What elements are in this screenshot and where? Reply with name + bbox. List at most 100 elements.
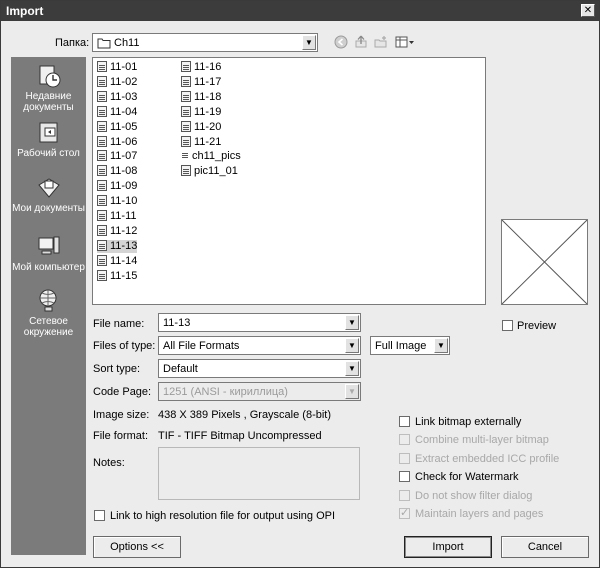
chevron-down-icon[interactable]: ▼ bbox=[345, 315, 359, 330]
places-bar: Недавние документы Рабочий стол Мои доку… bbox=[11, 57, 86, 555]
image-size-label: Image size: bbox=[93, 409, 150, 421]
preview-label: Preview bbox=[517, 320, 557, 332]
code-page-value: 1251 (ANSI - кириллица) bbox=[163, 386, 288, 398]
option-checkbox[interactable] bbox=[399, 416, 410, 427]
file-icon bbox=[181, 165, 191, 177]
recent-documents-icon bbox=[36, 63, 62, 89]
opi-checkbox[interactable] bbox=[94, 510, 105, 521]
file-icon bbox=[97, 105, 107, 117]
file-name-value: 11-13 bbox=[163, 317, 191, 329]
image-mode-value: Full Image bbox=[375, 340, 427, 352]
file-item[interactable]: 11-10 bbox=[97, 195, 137, 208]
new-folder-icon[interactable] bbox=[374, 35, 388, 49]
place-network[interactable]: Сетевое окружение bbox=[11, 288, 86, 338]
cancel-button[interactable]: Cancel bbox=[501, 536, 589, 558]
options-button[interactable]: Options << bbox=[93, 536, 181, 558]
file-item-label: 11-12 bbox=[110, 224, 138, 237]
file-item-label: 11-09 bbox=[110, 180, 138, 193]
place-mycomputer[interactable]: Мой компьютер bbox=[11, 234, 86, 273]
lookin-value: Ch11 bbox=[114, 37, 140, 49]
sort-type-value: Default bbox=[163, 363, 198, 375]
chevron-down-icon[interactable]: ▼ bbox=[434, 338, 448, 353]
file-item[interactable]: 11-09 bbox=[97, 180, 137, 193]
file-item-label: 11-07 bbox=[110, 150, 138, 163]
import-button[interactable]: Import bbox=[404, 536, 492, 558]
close-icon: ✕ bbox=[583, 5, 593, 16]
file-item[interactable]: 11-17 bbox=[181, 75, 222, 89]
file-icon bbox=[97, 135, 107, 147]
place-mydocs[interactable]: Мои документы bbox=[11, 175, 86, 214]
place-label: Мой компьютер bbox=[12, 262, 85, 273]
chevron-down-icon[interactable]: ▼ bbox=[302, 35, 316, 50]
preview-checkbox[interactable] bbox=[502, 320, 513, 331]
file-item[interactable]: 11-13 bbox=[97, 239, 138, 253]
file-icon bbox=[97, 180, 107, 192]
file-item-label: 11-08 bbox=[110, 165, 138, 178]
image-size-value: 438 X 389 Pixels , Grayscale (8-bit) bbox=[158, 409, 332, 421]
file-item-label: 11-15 bbox=[110, 269, 138, 282]
import-dialog: Import ✕ Папка: Ch11 ▼ Недавние документ… bbox=[0, 0, 600, 568]
file-list[interactable]: 11-01 11-02 11-03 11-04 11-05 11-06 11-07 11-08… bbox=[92, 57, 486, 305]
place-label: Рабочий стол bbox=[17, 148, 80, 159]
file-item-label: 11-03 bbox=[110, 90, 138, 103]
option-label: Check for Watermark bbox=[415, 471, 519, 484]
file-item[interactable]: 11-04 bbox=[97, 105, 138, 119]
sort-type-label: Sort type: bbox=[93, 363, 141, 375]
file-item[interactable]: 11-08 bbox=[97, 165, 137, 178]
file-item[interactable]: 11-05 bbox=[97, 120, 137, 134]
file-icon bbox=[181, 120, 191, 132]
file-item[interactable]: 11-06 bbox=[97, 135, 137, 149]
file-item-label: 11-16 bbox=[194, 61, 222, 73]
sort-type-combo[interactable]: Default ▼ bbox=[158, 359, 361, 378]
file-format-label: File format: bbox=[93, 430, 149, 442]
title-bar: Import ✕ bbox=[1, 1, 599, 21]
lookin-combo[interactable]: Ch11 ▼ bbox=[92, 33, 318, 52]
file-item[interactable]: pic11_01 bbox=[181, 165, 238, 178]
chevron-down-icon[interactable]: ▼ bbox=[345, 338, 359, 353]
up-folder-icon[interactable] bbox=[354, 35, 368, 49]
notes-box bbox=[158, 447, 360, 500]
file-item[interactable]: 11-19 bbox=[181, 105, 221, 119]
file-icon bbox=[97, 120, 107, 132]
file-item-label: 11-13 bbox=[110, 239, 138, 252]
file-item-label: 11-17 bbox=[194, 75, 222, 88]
views-menu-icon[interactable] bbox=[395, 35, 415, 49]
file-item[interactable]: 11-20 bbox=[181, 120, 221, 134]
file-item-label: 11-14 bbox=[110, 254, 138, 267]
file-item[interactable]: 11-03 bbox=[97, 90, 138, 104]
file-item-label: pic11_01 bbox=[194, 165, 238, 178]
file-item[interactable]: 11-07 bbox=[97, 150, 137, 163]
file-item[interactable]: 11-12 bbox=[97, 224, 138, 238]
file-icon bbox=[181, 90, 191, 102]
place-recent[interactable]: Недавние документы bbox=[11, 63, 86, 113]
file-icon bbox=[97, 210, 107, 221]
file-name-combo[interactable]: 11-13 ▼ bbox=[158, 313, 361, 332]
preview-pane bbox=[501, 219, 588, 305]
folder-icon bbox=[97, 37, 111, 52]
file-item[interactable]: 11-16 bbox=[181, 61, 221, 74]
file-name-label: File name: bbox=[93, 318, 145, 330]
file-item[interactable]: 11-21 bbox=[181, 135, 221, 149]
file-item[interactable]: 11-14 bbox=[97, 254, 138, 268]
file-item[interactable]: ch11_pics bbox=[181, 150, 241, 163]
file-item[interactable]: 11-18 bbox=[181, 90, 221, 104]
back-icon[interactable] bbox=[334, 35, 348, 49]
empty-preview-icon bbox=[501, 219, 588, 305]
close-button[interactable]: ✕ bbox=[581, 4, 595, 17]
file-icon bbox=[97, 224, 107, 236]
option-checkbox: ✓ bbox=[399, 507, 410, 519]
place-desktop[interactable]: Рабочий стол bbox=[11, 120, 86, 159]
image-mode-combo[interactable]: Full Image ▼ bbox=[370, 336, 450, 355]
option-checkbox[interactable] bbox=[399, 471, 410, 483]
file-icon bbox=[181, 75, 191, 87]
chevron-down-icon[interactable]: ▼ bbox=[345, 361, 359, 376]
file-item-label: 11-10 bbox=[110, 195, 138, 208]
file-item-label: 11-04 bbox=[110, 105, 138, 118]
file-icon bbox=[97, 150, 107, 162]
file-item[interactable]: 11-11 bbox=[97, 210, 137, 223]
file-item[interactable]: 11-02 bbox=[97, 75, 137, 89]
file-item[interactable]: 11-01 bbox=[97, 61, 137, 74]
checkmark-icon: ✓ bbox=[400, 507, 410, 519]
file-item[interactable]: 11-15 bbox=[97, 269, 138, 283]
files-of-type-combo[interactable]: All File Formats ▼ bbox=[158, 336, 361, 355]
